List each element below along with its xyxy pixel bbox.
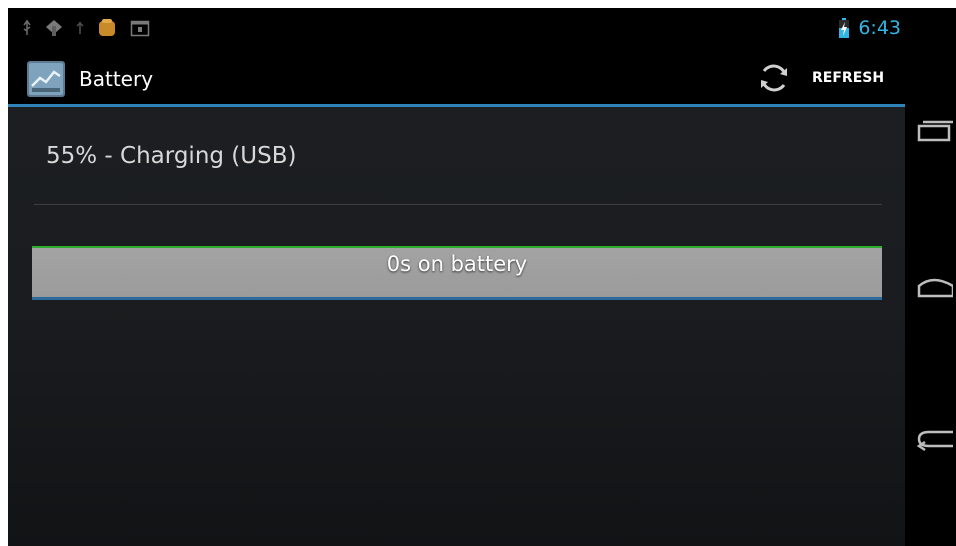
system-icons: 6:43 [838,16,901,40]
app-notification-icon [99,19,115,36]
app-screen: 6:43 Battery REFRESH 55% - Charging (USB… [8,8,905,546]
android-debug-icon [46,20,62,36]
status-clock: 6:43 [858,17,901,39]
device-frame: 6:43 Battery REFRESH 55% - Charging (USB… [8,8,956,546]
usage-bar-underline [32,297,882,300]
recent-apps-icon[interactable] [913,112,953,152]
notification-icons [22,18,150,38]
battery-app-icon[interactable] [26,60,66,98]
calendar-icon [130,20,150,37]
page-title: Battery [79,67,154,91]
home-icon[interactable] [913,266,953,306]
battery-charging-icon [839,18,850,38]
status-bar: 6:43 [8,8,905,48]
back-icon[interactable] [913,418,953,458]
usb-icon [23,19,31,35]
navigation-bar [905,8,956,546]
refresh-button[interactable]: REFRESH [756,56,902,100]
battery-status-text: 55% - Charging (USB) [46,143,297,169]
usb-small-icon [76,21,84,34]
action-bar-divider [8,104,905,107]
content-divider [34,204,882,205]
refresh-icon [761,64,787,92]
battery-usage-bar[interactable]: 0s on battery [32,246,882,304]
refresh-label: REFRESH [812,70,885,86]
time-on-battery-label: 0s on battery [386,252,528,276]
